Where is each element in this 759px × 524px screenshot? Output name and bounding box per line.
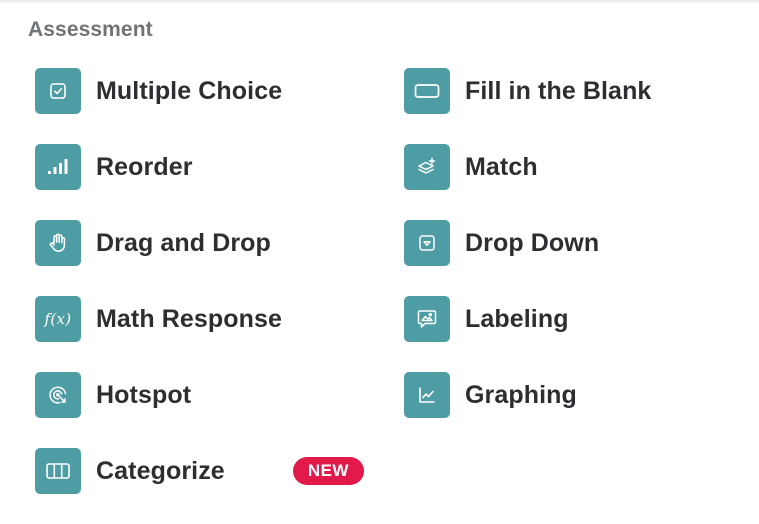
question-type-fill-in-the-blank[interactable]: Fill in the Blank — [404, 68, 651, 114]
question-type-labeling[interactable]: Labeling — [404, 296, 651, 342]
item-label: Drag and Drop — [96, 228, 271, 257]
hand-icon — [35, 220, 81, 266]
checkbox-icon — [35, 68, 81, 114]
question-type-graphing[interactable]: Graphing — [404, 372, 651, 418]
dropdown-icon — [404, 220, 450, 266]
target-icon — [35, 372, 81, 418]
layers-icon — [404, 144, 450, 190]
question-type-reorder[interactable]: Reorder — [35, 144, 364, 190]
line-chart-icon — [404, 372, 450, 418]
item-label: Reorder — [96, 152, 193, 181]
top-divider-shadow — [0, 0, 759, 4]
item-label: Multiple Choice — [96, 76, 283, 105]
item-label: Categorize — [96, 456, 225, 485]
question-type-categorize[interactable]: Categorize NEW — [35, 448, 364, 494]
new-badge: NEW — [292, 457, 364, 485]
item-label: Drop Down — [465, 228, 600, 257]
blank-box-icon — [404, 68, 450, 114]
section-title: Assessment — [28, 18, 153, 41]
item-label: Fill in the Blank — [465, 76, 652, 105]
question-type-math-response[interactable]: f(x) Math Response — [35, 296, 364, 342]
question-type-drag-and-drop[interactable]: Drag and Drop — [35, 220, 364, 266]
question-type-hotspot[interactable]: Hotspot — [35, 372, 364, 418]
columns-icon — [35, 448, 81, 494]
question-type-match[interactable]: Match — [404, 144, 651, 190]
question-type-multiple-choice[interactable]: Multiple Choice — [35, 68, 364, 114]
bars-icon — [35, 144, 81, 190]
item-label: Hotspot — [96, 380, 192, 409]
left-column: Multiple Choice Reorder Drag and Drop f( — [35, 68, 364, 524]
item-label: Math Response — [96, 304, 283, 333]
image-label-icon — [404, 296, 450, 342]
question-type-drop-down[interactable]: Drop Down — [404, 220, 651, 266]
function-icon: f(x) — [35, 296, 81, 342]
right-column: Fill in the Blank Match Drop Down Labeli… — [404, 68, 651, 448]
item-label: Match — [465, 152, 538, 181]
function-icon-text: f(x) — [44, 310, 72, 328]
item-label: Labeling — [465, 304, 569, 333]
item-label: Graphing — [465, 380, 577, 409]
